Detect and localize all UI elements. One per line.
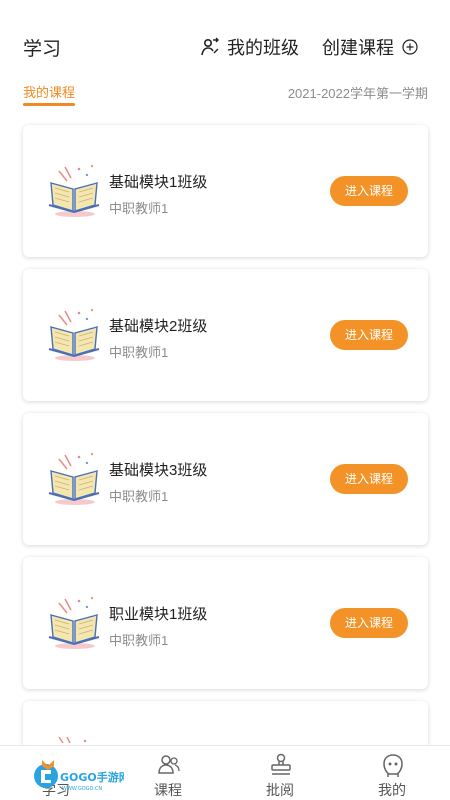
course-card[interactable]: 基础模块1班级 中职教师1 进入课程 xyxy=(23,125,428,257)
tab-courses-label: 课程 xyxy=(154,782,182,798)
course-card[interactable]: 基础模块2班级 中职教师1 进入课程 xyxy=(23,269,428,401)
book-icon xyxy=(48,452,100,505)
tab-mine-label: 我的 xyxy=(378,782,406,798)
book-icon xyxy=(48,308,100,361)
stamp-icon xyxy=(271,753,291,775)
page-title: 学习 xyxy=(23,39,62,60)
header: 学习 我的班级 创建课程 xyxy=(0,0,450,72)
create-course-label: 创建课程 xyxy=(322,38,394,58)
tab-my-courses[interactable]: 我的课程 xyxy=(23,82,75,101)
tab-review[interactable]: 批阅 xyxy=(224,746,336,800)
course-teacher: 中职教师1 xyxy=(109,345,169,360)
tab-courses[interactable]: 课程 xyxy=(112,746,224,800)
term-label: 2021-2022学年第一学期 xyxy=(287,86,428,101)
enter-course-button[interactable]: 进入课程 xyxy=(330,464,408,494)
course-card-partial[interactable] xyxy=(23,701,428,745)
active-tab-indicator xyxy=(23,103,75,106)
tab-review-label: 批阅 xyxy=(266,782,294,798)
create-course-button[interactable]: 创建课程 xyxy=(322,34,418,60)
plus-circle-icon xyxy=(402,39,418,55)
course-title: 基础模块1班级 xyxy=(109,174,208,191)
course-title: 基础模块3班级 xyxy=(109,462,208,479)
users-icon xyxy=(158,755,180,774)
course-card[interactable]: 职业模块1班级 中职教师1 进入课程 xyxy=(23,557,428,689)
book-icon xyxy=(48,164,100,217)
my-class-button[interactable]: 我的班级 xyxy=(200,34,299,60)
course-teacher: 中职教师1 xyxy=(109,489,169,504)
user-switch-icon xyxy=(201,37,219,56)
profile-face-icon xyxy=(383,754,403,777)
enter-course-button[interactable]: 进入课程 xyxy=(330,176,408,206)
book-icon xyxy=(58,737,87,744)
enter-course-button[interactable]: 进入课程 xyxy=(330,608,408,638)
course-teacher: 中职教师1 xyxy=(109,201,169,216)
sub-header: 我的课程 2021-2022学年第一学期 xyxy=(0,82,450,110)
svg-text:GOGO手游网: GOGO手游网 xyxy=(60,770,124,784)
course-title: 基础模块2班级 xyxy=(109,318,208,335)
tab-mine[interactable]: 我的 xyxy=(336,746,448,800)
course-title: 职业模块1班级 xyxy=(109,606,208,623)
my-class-label: 我的班级 xyxy=(227,38,299,58)
course-teacher: 中职教师1 xyxy=(109,633,169,648)
enter-course-button[interactable]: 进入课程 xyxy=(330,320,408,350)
book-icon xyxy=(48,596,100,649)
gogo-watermark-logo: GOGO手游网 WWW.GOGO.CN xyxy=(34,760,124,792)
svg-text:WWW.GOGO.CN: WWW.GOGO.CN xyxy=(62,786,102,792)
course-card[interactable]: 基础模块3班级 中职教师1 进入课程 xyxy=(23,413,428,545)
